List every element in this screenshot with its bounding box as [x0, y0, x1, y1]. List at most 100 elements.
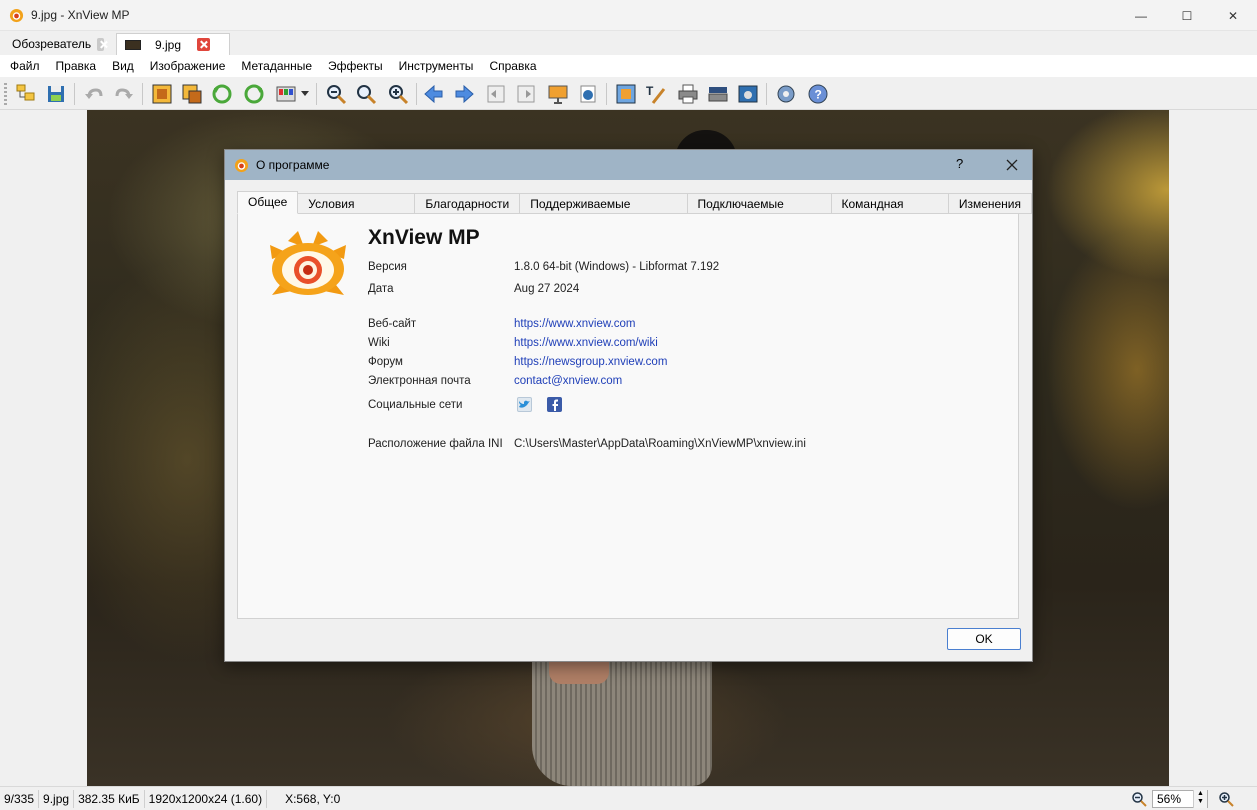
tab-label: Обозреватель	[12, 37, 92, 51]
tab-changes[interactable]: Изменения	[948, 193, 1032, 214]
tab-formats[interactable]: Поддерживаемые форматы	[520, 193, 688, 231]
minimize-button[interactable]: —	[1118, 0, 1164, 31]
xnview-app-icon	[234, 158, 249, 173]
website-label: Веб-сайт	[368, 318, 417, 330]
close-icon: ✕	[1227, 8, 1239, 23]
facebook-icon[interactable]	[547, 397, 562, 412]
toolbar-separator	[316, 83, 317, 105]
svg-text:?: ?	[815, 88, 822, 102]
xnview-logo-icon	[270, 231, 346, 295]
zoom-out-small-icon[interactable]	[1131, 791, 1147, 810]
dialog-close-button[interactable]	[1002, 155, 1022, 175]
close-icon	[1006, 159, 1018, 171]
menu-bar: Файл Правка Вид Изображение Метаданные Э…	[0, 55, 1257, 77]
redo-icon[interactable]	[112, 82, 136, 106]
menu-effects[interactable]: Эффекты	[320, 55, 391, 77]
forum-label: Форум	[368, 356, 403, 368]
window-title: 9.jpg - XnView MP	[31, 8, 130, 22]
rotate-right-icon[interactable]	[242, 82, 266, 106]
dialog-tabs: Общее Условия лицензии Благодарности Под…	[237, 191, 1032, 231]
tab-browser[interactable]: Обозреватель	[4, 33, 112, 55]
settings-icon[interactable]	[774, 82, 798, 106]
menu-file[interactable]: Файл	[2, 55, 48, 77]
zoom-level-value: 56%	[1157, 792, 1182, 806]
menu-edit[interactable]: Правка	[48, 55, 105, 77]
social-label: Социальные сети	[368, 399, 463, 411]
wiki-label: Wiki	[368, 337, 390, 349]
status-filesize: 382.35 КиБ	[74, 789, 145, 808]
date-label: Дата	[368, 283, 394, 295]
previous-icon[interactable]	[422, 82, 446, 106]
tab-close-icon[interactable]	[197, 38, 211, 51]
tab-license[interactable]: Условия лицензии	[298, 193, 416, 231]
fit-image-icon[interactable]	[150, 82, 174, 106]
dialog-titlebar: О программе ?	[225, 150, 1032, 180]
save-icon[interactable]	[44, 82, 68, 106]
adjust-colors-icon[interactable]	[274, 82, 298, 106]
capture-icon[interactable]	[736, 82, 760, 106]
menu-metadata[interactable]: Метаданные	[233, 55, 320, 77]
tab-credits[interactable]: Благодарности	[415, 193, 521, 214]
status-dimensions: 1920x1200x24 (1.60)	[145, 789, 268, 808]
dropdown-arrow-icon[interactable]	[298, 82, 312, 106]
document-tabbar: Обозреватель 9.jpg	[0, 31, 1257, 55]
image-thumbnail-icon	[125, 39, 141, 50]
status-filename: 9.jpg	[39, 789, 75, 808]
first-page-icon[interactable]	[484, 82, 508, 106]
spin-up-icon[interactable]: ▲	[1194, 790, 1207, 798]
svg-text:T: T	[646, 84, 654, 98]
help-icon[interactable]: ?	[806, 82, 830, 106]
website-link[interactable]: https://www.xnview.com	[514, 318, 635, 330]
wiki-link[interactable]: https://www.xnview.com/wiki	[514, 337, 658, 349]
undo-icon[interactable]	[82, 82, 106, 106]
browser-icon[interactable]	[14, 82, 38, 106]
rotate-left-icon[interactable]	[210, 82, 234, 106]
toolbar-separator	[606, 83, 607, 105]
crop-icon[interactable]	[180, 82, 204, 106]
email-link[interactable]: contact@xnview.com	[514, 375, 622, 387]
twitter-icon[interactable]	[517, 397, 532, 412]
minimize-icon: —	[1135, 8, 1147, 23]
menu-view[interactable]: Вид	[104, 55, 142, 77]
toolbar-separator	[416, 83, 417, 105]
status-coords: X:568, Y:0	[285, 791, 341, 806]
tab-plugins[interactable]: Подключаемые модули	[687, 193, 832, 231]
tab-general[interactable]: Общее	[237, 191, 299, 214]
menu-help[interactable]: Справка	[481, 55, 544, 77]
info-icon[interactable]	[576, 82, 600, 106]
tab-close-icon[interactable]	[97, 37, 104, 51]
zoom-spinner[interactable]: ▲ ▼	[1193, 790, 1207, 808]
ini-label: Расположение файла INI	[368, 438, 503, 450]
ok-button[interactable]: OK	[947, 628, 1021, 650]
date-value: Aug 27 2024	[514, 283, 580, 295]
zoom-out-icon[interactable]	[324, 82, 348, 106]
close-button[interactable]: ✕	[1210, 0, 1256, 31]
tab-image[interactable]: 9.jpg	[116, 33, 230, 55]
menu-image[interactable]: Изображение	[142, 55, 234, 77]
last-page-icon[interactable]	[514, 82, 538, 106]
version-value: 1.8.0 64-bit (Windows) - Libformat 7.192	[514, 261, 720, 273]
zoom-in-icon[interactable]	[386, 82, 410, 106]
main-toolbar: T ?	[0, 77, 1257, 110]
zoom-actual-icon[interactable]	[354, 82, 378, 106]
window-titlebar: 9.jpg - XnView MP — ☐ ✕	[0, 0, 1257, 31]
slideshow-icon[interactable]	[546, 82, 570, 106]
fullscreen-icon[interactable]	[614, 82, 638, 106]
next-icon[interactable]	[452, 82, 476, 106]
status-index: 9/335	[0, 789, 40, 808]
maximize-icon: ☐	[1181, 8, 1193, 23]
version-label: Версия	[368, 261, 407, 273]
print-icon[interactable]	[676, 82, 700, 106]
maximize-button[interactable]: ☐	[1164, 0, 1210, 31]
edit-text-icon[interactable]: T	[644, 82, 668, 106]
scan-icon[interactable]	[706, 82, 730, 106]
xnview-app-icon	[9, 8, 24, 23]
spin-down-icon[interactable]: ▼	[1194, 798, 1207, 806]
photo-subject-arm	[549, 662, 609, 684]
menu-tools[interactable]: Инструменты	[391, 55, 482, 77]
tab-command-line[interactable]: Командная строка	[831, 193, 949, 231]
dialog-help-button[interactable]: ?	[956, 156, 963, 171]
toolbar-grip[interactable]	[4, 83, 7, 105]
forum-link[interactable]: https://newsgroup.xnview.com	[514, 356, 667, 368]
zoom-in-small-icon[interactable]	[1218, 791, 1234, 810]
